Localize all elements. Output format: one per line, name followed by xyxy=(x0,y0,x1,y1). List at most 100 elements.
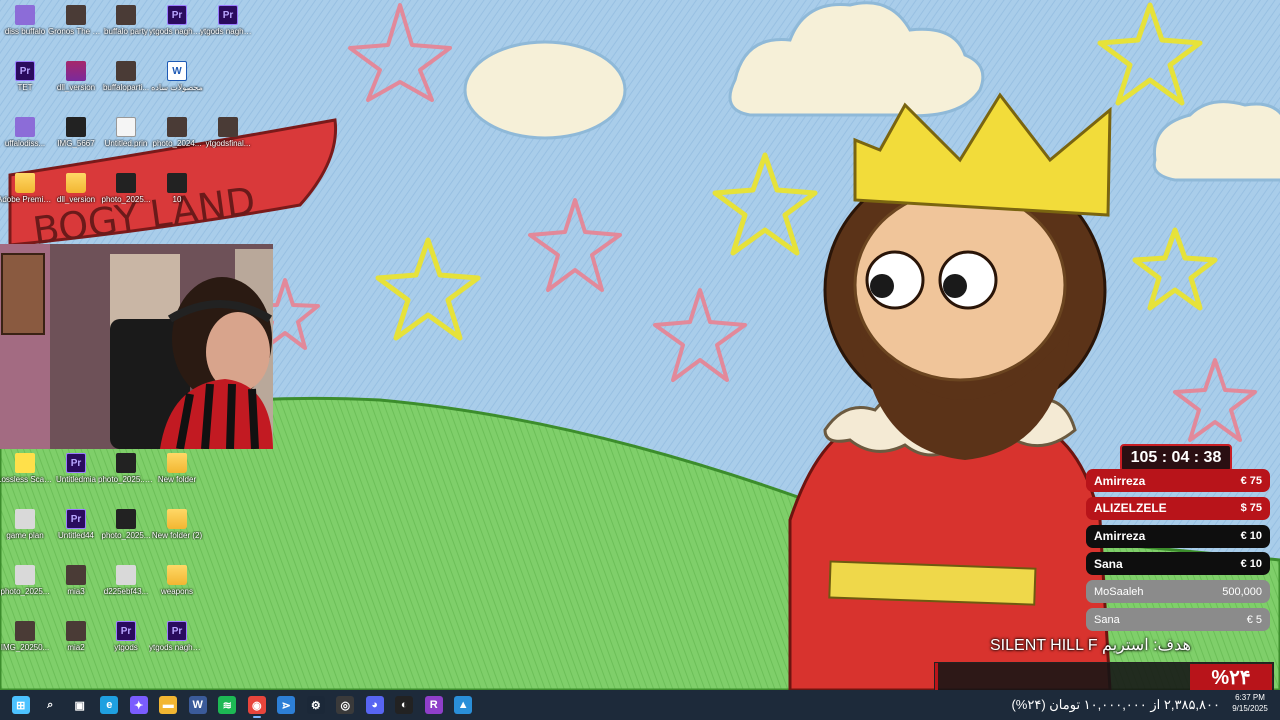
desktop-icon-label: IMG_5667 xyxy=(57,139,95,148)
desktop-icon-label: photo_2025... xyxy=(101,531,151,540)
desktop-icon[interactable]: uffalodiss... xyxy=(0,117,51,148)
pr-file-icon: Pr xyxy=(15,61,35,81)
donation-amount: € 75 xyxy=(1240,474,1262,487)
desktop-icon-label: mia3 xyxy=(67,587,85,596)
desktop-icon-label: Untitled.prin xyxy=(104,139,148,148)
desktop-icon[interactable]: Pr ytgods naghes cut 2 xyxy=(149,621,205,652)
desktop-icon[interactable]: Pr TET xyxy=(0,61,51,92)
desktop-icon[interactable]: buffalo party xyxy=(100,5,152,36)
taskbar-start-button[interactable]: ⊞ xyxy=(6,690,36,720)
desktop-icon[interactable]: Pr ytgods naghes cut 3 xyxy=(200,5,256,36)
desktop-icon[interactable]: d225ebf43... xyxy=(100,565,152,596)
desktop-icon[interactable]: mia3 xyxy=(50,565,102,596)
taskbar-copilot-button[interactable]: ✦ xyxy=(124,690,154,720)
github-icon: ◐ xyxy=(395,696,414,714)
desktop-icon[interactable]: IMG_20250... xyxy=(0,621,51,652)
dark-file-icon xyxy=(116,509,136,529)
clock-time: 6:37 PM xyxy=(1235,693,1265,702)
desktop-icon[interactable]: dll_version xyxy=(50,61,102,92)
desktop-icon-label: New folder xyxy=(157,475,197,484)
desktop-icon[interactable]: mia2 xyxy=(50,621,102,652)
desktop-icon[interactable]: Pr ytgods naghes cut xyxy=(149,5,205,36)
photos-icon: ▲ xyxy=(454,696,473,714)
taskbar-photos-button[interactable]: ▲ xyxy=(449,690,479,720)
desktop-icon[interactable]: dll_version xyxy=(50,173,102,204)
photo-file-icon xyxy=(116,61,136,81)
desktop-icon[interactable]: W محصولات ساده xyxy=(151,61,203,92)
desktop-icon[interactable]: Pr ytgods xyxy=(100,621,152,652)
desktop-icon-label: New folder (2) xyxy=(151,531,203,540)
desktop-icon[interactable]: photo_2024... xyxy=(151,117,203,148)
donation-amount: € 10 xyxy=(1240,530,1262,543)
desktop-icon-label: game plan xyxy=(6,531,44,540)
donor-name: Amirreza xyxy=(1094,529,1146,544)
desktop-icon-label: mia2 xyxy=(67,643,85,652)
desktop-icon-label: photo_2024... xyxy=(152,139,202,148)
stream-timer: 105 : 04 : 38 xyxy=(1120,444,1232,472)
desktop-icon[interactable]: photo_2025... xyxy=(100,509,152,540)
lossless-file-icon xyxy=(15,453,35,473)
steam-icon: ⚙ xyxy=(306,696,325,714)
desktop-icon[interactable]: IMG_5667 xyxy=(50,117,102,148)
desktop-icon[interactable]: Lossless Scaling xyxy=(0,453,53,484)
taskbar-edge-button[interactable]: e xyxy=(95,690,125,720)
photo-file-icon xyxy=(66,621,86,641)
desktop-icon[interactable]: buffaloparti... xyxy=(100,61,152,92)
desktop-icon[interactable]: New folder (2) xyxy=(151,509,203,540)
desktop-icon-label: buffaloparti... xyxy=(102,83,150,92)
taskbar-rider-button[interactable]: R xyxy=(419,690,449,720)
taskbar-premiere-vs-button[interactable]: ⋗ xyxy=(272,690,302,720)
desktop-icon[interactable]: photo_2025... xyxy=(100,173,152,204)
word-file-icon: W xyxy=(167,61,187,81)
taskbar-file-explorer-button[interactable]: ▬ xyxy=(154,690,184,720)
pr-file-icon: Pr xyxy=(66,509,86,529)
desktop-icon[interactable]: 10 xyxy=(151,173,203,204)
taskbar-task-view-button[interactable]: ▣ xyxy=(65,690,95,720)
desktop-icon-label: TET xyxy=(17,83,33,92)
desktop-icon-label: uffalodiss... xyxy=(4,139,46,148)
desktop-icon[interactable]: ytgodsfinal... xyxy=(202,117,254,148)
purple-file-icon xyxy=(15,117,35,137)
pr-file-icon: Pr xyxy=(167,621,187,641)
txt-file-icon xyxy=(116,117,136,137)
donation-amount: € 10 xyxy=(1240,557,1262,570)
game-file-icon xyxy=(15,509,35,529)
photo-file-icon xyxy=(66,565,86,585)
taskbar-chrome-button[interactable]: ◉ xyxy=(242,690,272,720)
taskbar-discord-button[interactable]: ◕ xyxy=(360,690,390,720)
desktop-icon[interactable]: photo_2025... xyxy=(0,565,51,596)
taskbar-steam-button[interactable]: ⚙ xyxy=(301,690,331,720)
taskbar-obs-button[interactable]: ◎ xyxy=(331,690,361,720)
desktop-icon[interactable]: photo_2025... (3) xyxy=(98,453,154,484)
desktop-icon-label: IMG_20250... xyxy=(0,643,50,652)
dark-file-icon xyxy=(167,173,187,193)
donation-row: Sana € 10 xyxy=(1086,552,1270,576)
taskbar-github-button[interactable]: ◐ xyxy=(390,690,420,720)
desktop-icon[interactable]: Untitled.prin xyxy=(100,117,152,148)
desktop-icon[interactable]: diss buffalo xyxy=(0,5,51,36)
desktop-icon[interactable]: weapons xyxy=(151,565,203,596)
desktop-icon[interactable]: game plan xyxy=(0,509,51,540)
desktop-icon[interactable]: New folder xyxy=(151,453,203,484)
game-file-icon xyxy=(116,565,136,585)
donation-goal-label: هدف: استریم SILENT HILL F xyxy=(990,637,1191,654)
desktop-icon-label: ytgodsfinal... xyxy=(205,139,251,148)
taskbar-clock[interactable]: 6:37 PM 9/15/2025 xyxy=(1222,692,1278,714)
taskbar-search-button[interactable]: ⌕ xyxy=(36,690,66,720)
donation-goal-footer: ۲,۳۸۵,۸۰۰ از ۱۰,۰۰۰,۰۰۰ تومان (۲۴%) xyxy=(1011,697,1220,712)
donation-amount: € 5 xyxy=(1246,613,1262,626)
desktop-icon[interactable]: Adobe Premiere Pr... xyxy=(0,173,53,204)
taskbar-spotify-button[interactable]: ≋ xyxy=(213,690,243,720)
desktop-icon-label: Untitled44 xyxy=(57,531,95,540)
taskbar-wordpad-button[interactable]: W xyxy=(183,690,213,720)
desktop-icon-label: Gronos The New Dawn xyxy=(48,27,104,36)
desktop-icon-label: dll_version xyxy=(56,195,96,204)
desktop-icon[interactable]: Pr Untitledmia xyxy=(50,453,102,484)
desktop-icon[interactable]: Gronos The New Dawn xyxy=(48,5,104,36)
desktop-icon[interactable]: Pr Untitled44 xyxy=(50,509,102,540)
desktop-icon-label: photo_2025... xyxy=(0,587,50,596)
desktop-icon-label: ytgods naghes cut 2 xyxy=(149,643,205,652)
folder-file-icon xyxy=(167,453,187,473)
dark-file-icon xyxy=(116,453,136,473)
donation-amount: 500,000 xyxy=(1222,585,1262,598)
